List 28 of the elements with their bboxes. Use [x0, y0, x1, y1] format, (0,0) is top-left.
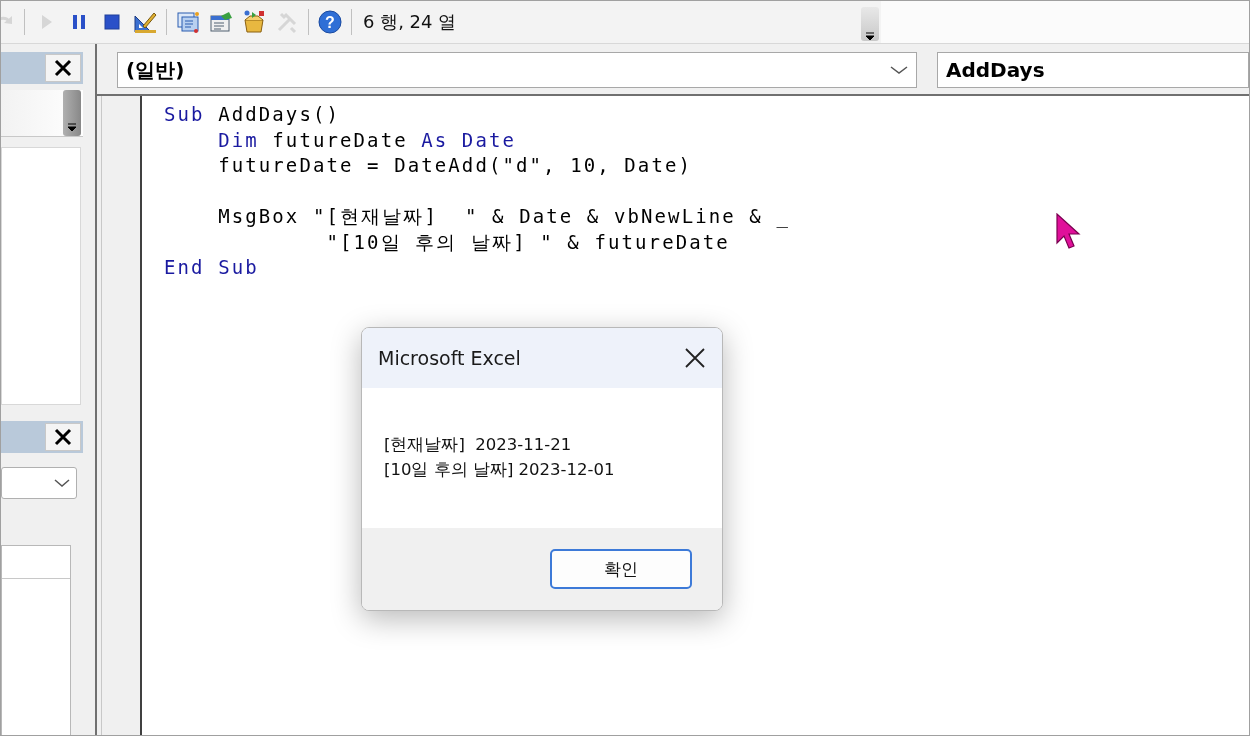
chevron-down-icon: [890, 65, 908, 75]
mouse-pointer-icon: [1056, 213, 1082, 251]
ok-button[interactable]: 확인: [550, 549, 692, 589]
caret-icon: [865, 31, 875, 41]
code-line: Sub AddDays(): [164, 102, 340, 127]
ruler-pencil-icon[interactable]: [133, 10, 157, 34]
help-icon[interactable]: ?: [318, 10, 342, 34]
close-icon: [53, 427, 73, 447]
procedure-combo[interactable]: AddDays: [937, 52, 1249, 88]
code-line: MsgBox "[현재날짜] " & Date & vbNewLine & _: [217, 204, 790, 230]
code-line: End Sub: [164, 255, 259, 280]
caret-icon: [67, 122, 77, 132]
box-shapes-icon[interactable]: [242, 10, 266, 34]
code-line: futureDate = DateAdd("d", 10, Date): [217, 153, 693, 178]
dropdown-button[interactable]: [63, 90, 81, 136]
toolbar-overflow-button[interactable]: [861, 7, 879, 41]
close-button[interactable]: [45, 423, 81, 451]
object-combo[interactable]: (일반): [117, 52, 917, 88]
code-line: "[10일 후의 날짜] " & futureDate: [325, 229, 730, 255]
cursor-position-label: 6 행, 24 열: [363, 10, 457, 34]
tree-window-icon[interactable]: [176, 10, 200, 34]
chevron-down-icon: [54, 478, 70, 488]
dialog-title: Microsoft Excel: [378, 347, 521, 369]
close-button[interactable]: [45, 54, 81, 82]
message-text: [현재날짜] 2023-11-21 [10일 후의 날짜] 2023-12-01: [384, 434, 616, 481]
card-window-icon[interactable]: [209, 10, 233, 34]
code-line: Dim futureDate As Date: [217, 127, 517, 153]
close-icon: [53, 58, 73, 78]
